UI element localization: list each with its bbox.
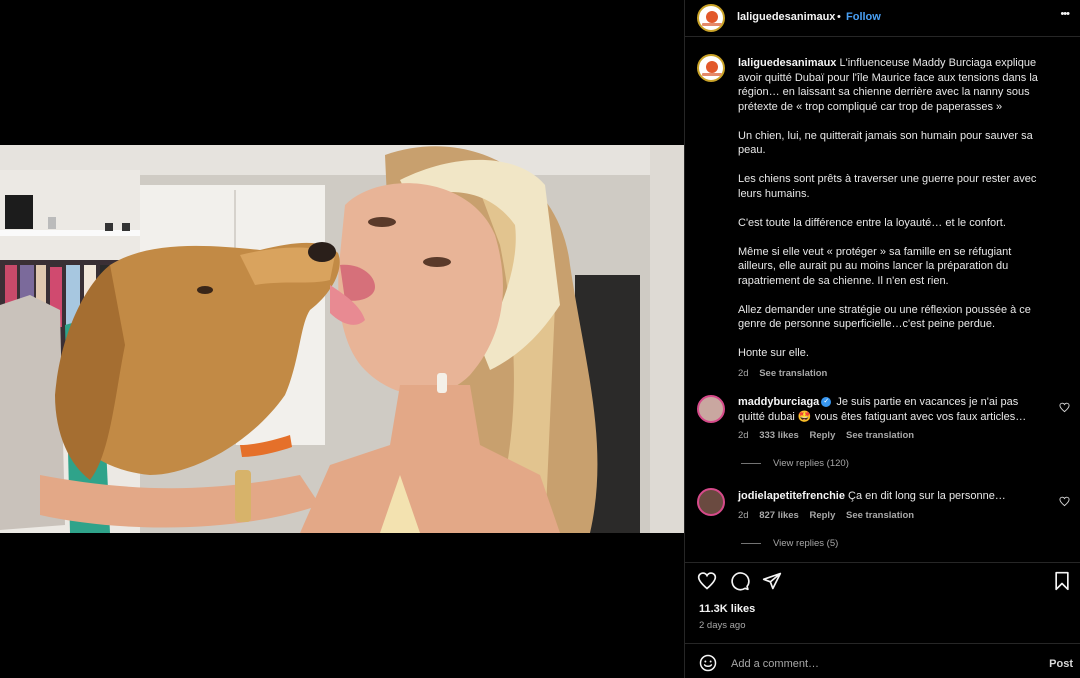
comment-item: jodielapetitefrenchie Ça en dit long sur… [738,489,1048,523]
caption-paragraph: Allez demander une stratégie ou une réfl… [738,303,1031,331]
comment-time: 2d [738,430,749,441]
comment-text: Ça en dit long sur la personne… [848,490,1006,502]
caption-paragraph: Même si elle veut « protéger » sa famill… [738,245,1012,287]
comment-item: maddyburciaga ✓ Je suis partie en vacance… [738,395,1048,444]
comment-username[interactable]: maddyburciaga [738,396,819,408]
post-side-panel: laliguedesanimaux • Follow ••• laliguede… [684,0,1080,678]
post-photo[interactable] [0,145,684,533]
author-username[interactable]: laliguedesanimaux [737,11,835,23]
post-header: laliguedesanimaux • Follow ••• [685,0,1080,36]
author-avatar[interactable] [697,4,725,32]
comment-bubble-icon[interactable] [730,571,750,591]
caption-see-translation[interactable]: See translation [759,368,827,379]
post-time-ago: 2 days ago [699,620,746,631]
comment-likes[interactable]: 827 likes [759,510,799,521]
caption-paragraph: Les chiens sont prêts à traverser une gu… [738,173,1037,200]
header-separator: • [837,11,841,23]
like-heart-icon[interactable] [697,571,717,591]
view-replies-button[interactable]: View replies (120) [741,458,849,469]
caption-time: 2d [738,367,749,379]
view-replies-label: View replies (120) [773,458,849,469]
caption-paragraph: Honte sur elle. [738,347,809,359]
view-replies-label: View replies (5) [773,538,839,549]
caption-paragraph: C'est toute la différence entre la loyau… [738,216,1006,229]
header-divider [685,36,1080,37]
comment-meta: 2d 333 likes Reply See translation [738,429,1048,444]
photo-illustration [0,145,684,533]
comment-like-heart-icon[interactable] [1059,496,1070,507]
comment-see-translation[interactable]: See translation [846,430,914,441]
post-caption: laliguedesanimaux L'influenceuse Maddy B… [738,56,1038,381]
caption-username[interactable]: laliguedesanimaux [738,57,836,69]
emoji-picker-icon[interactable] [699,654,717,672]
comment-reply-button[interactable]: Reply [809,430,835,441]
save-bookmark-icon[interactable] [1053,571,1071,591]
comment-likes[interactable]: 333 likes [759,430,799,441]
follow-button[interactable]: Follow [846,11,881,23]
comment-meta: 2d 827 likes Reply See translation [738,509,1048,524]
comment-username[interactable]: jodielapetitefrenchie [738,490,845,502]
comment-reply-button[interactable]: Reply [809,510,835,521]
caption-paragraph: Un chien, lui, ne quitterait jamais son … [738,129,1033,157]
verified-badge-icon: ✓ [821,397,832,408]
comment-avatar[interactable] [697,395,725,423]
post-actions-bar [685,562,1080,598]
likes-count[interactable]: 11.3K likes [699,603,755,615]
comment-time: 2d [738,509,749,521]
instagram-post-viewer: laliguedesanimaux • Follow ••• laliguede… [0,0,1080,678]
post-comment-button[interactable]: Post [1049,658,1073,670]
comment-see-translation[interactable]: See translation [846,510,914,521]
comment-avatar[interactable] [697,488,725,516]
caption-author-avatar[interactable] [697,54,725,82]
caption-meta: 2d See translation [738,367,1038,382]
comment-input[interactable]: Add a comment… [731,658,819,670]
share-send-icon[interactable] [762,571,782,591]
post-media [0,0,684,678]
more-options-icon[interactable]: ••• [1060,8,1070,20]
add-comment-bar: Add a comment… Post [685,643,1080,678]
view-replies-button[interactable]: View replies (5) [741,538,838,549]
comment-like-heart-icon[interactable] [1059,402,1070,413]
